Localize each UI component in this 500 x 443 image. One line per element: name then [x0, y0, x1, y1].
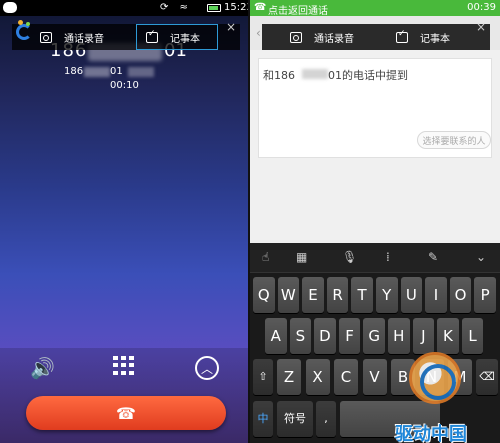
- sub-number-prefix: 186: [64, 66, 84, 77]
- record-call-button[interactable]: 通话录音: [40, 24, 120, 50]
- keypad-icon[interactable]: [113, 356, 135, 376]
- record-call-button[interactable]: 通话录音: [290, 24, 370, 50]
- back-icon[interactable]: ‹: [256, 26, 261, 40]
- key-c[interactable]: C: [334, 359, 358, 395]
- site-watermark: 驱动中国: [395, 352, 500, 443]
- call-screen: ⟳ ≈ 15:23 186 01 186 01 00:10 通话录音 记事本 ×…: [0, 0, 248, 443]
- key-r[interactable]: R: [326, 277, 349, 313]
- key-z[interactable]: Z: [277, 359, 301, 395]
- speaker-icon[interactable]: 🔊: [30, 356, 55, 380]
- return-to-call-label: 点击返回通话: [268, 6, 328, 17]
- key-s[interactable]: S: [289, 318, 312, 354]
- note-editor[interactable]: 和186 01的电话中提到 选择要联系的人: [258, 58, 492, 158]
- symbol-key[interactable]: 符号: [277, 401, 313, 437]
- battery-icon: [207, 4, 221, 12]
- notepad-label: 记事本: [420, 33, 450, 45]
- notepad-icon: [146, 29, 158, 43]
- note-text-suffix: 01的电话中提到: [328, 69, 408, 82]
- key-i[interactable]: I: [425, 277, 447, 313]
- key-l[interactable]: L: [461, 318, 484, 354]
- key-g[interactable]: G: [363, 318, 385, 354]
- close-icon[interactable]: ×: [226, 20, 236, 34]
- key-x[interactable]: X: [305, 359, 330, 395]
- app-logo-icon: [14, 20, 36, 42]
- notepad-icon: [396, 29, 408, 43]
- gesture-icon[interactable]: ☝: [262, 250, 269, 264]
- watermark-text: 驱动中国: [395, 424, 467, 443]
- key-p[interactable]: P: [474, 277, 496, 313]
- handwriting-icon[interactable]: ✎: [428, 250, 438, 264]
- note-number-redaction: [302, 69, 328, 79]
- record-label: 通话录音: [64, 33, 104, 45]
- return-to-call-bar[interactable]: ☎ 点击返回通话 00:39: [250, 0, 500, 17]
- keyboard-toolbar: ☝ ▦ 🎙 ⁞ ✎ ⌄: [250, 243, 500, 273]
- sub-number-suffix: 01: [110, 66, 123, 77]
- record-icon: [40, 31, 52, 43]
- note-text-prefix: 和186: [263, 69, 295, 82]
- expand-up-icon[interactable]: ︿: [195, 356, 219, 380]
- status-icons: ⟳ ≈: [160, 2, 192, 13]
- status-time: 15:23: [224, 2, 248, 13]
- close-icon[interactable]: ×: [476, 20, 486, 34]
- key-o[interactable]: O: [449, 277, 472, 313]
- collapse-keyboard-icon[interactable]: ⌄: [476, 250, 486, 264]
- notepad-button[interactable]: 记事本: [136, 24, 218, 50]
- notepad-label: 记事本: [170, 33, 200, 45]
- key-v[interactable]: V: [362, 359, 387, 395]
- key-y[interactable]: Y: [376, 277, 398, 313]
- sub-number-redaction: [84, 67, 110, 77]
- watermark-logo-icon: [409, 352, 461, 404]
- chat-notification-icon: [3, 2, 17, 13]
- status-bar: ⟳ ≈ 15:23: [0, 0, 248, 16]
- call-toolbar-overlay: 通话录音 记事本 ×: [262, 20, 490, 50]
- notepad-button[interactable]: 记事本: [396, 24, 478, 50]
- select-contact-button[interactable]: 选择要联系的人: [417, 131, 491, 149]
- comma-key[interactable]: ,: [316, 401, 336, 437]
- call-timer: 00:39: [467, 2, 496, 13]
- cursor-icon[interactable]: ⁞: [386, 250, 390, 264]
- key-a[interactable]: A: [265, 318, 287, 354]
- microphone-icon[interactable]: 🎙: [342, 250, 357, 264]
- key-e[interactable]: E: [302, 277, 324, 313]
- key-f[interactable]: F: [338, 318, 361, 354]
- call-toolbar: 通话录音 记事本 ×: [12, 20, 240, 50]
- call-duration: 00:10: [110, 80, 139, 91]
- record-icon: [290, 31, 302, 43]
- key-k[interactable]: K: [437, 318, 459, 354]
- key-h[interactable]: H: [388, 318, 410, 354]
- layout-icon[interactable]: ▦: [296, 250, 307, 264]
- hang-up-icon: ☎: [116, 403, 136, 423]
- end-call-button[interactable]: ☎: [26, 396, 226, 430]
- phone-icon: ☎: [254, 2, 267, 13]
- key-w[interactable]: W: [277, 277, 300, 313]
- location-redaction: [128, 67, 154, 77]
- key-j[interactable]: J: [412, 318, 435, 354]
- shift-key[interactable]: ⇧: [253, 359, 273, 395]
- key-t[interactable]: T: [351, 277, 373, 313]
- key-d[interactable]: D: [314, 318, 336, 354]
- record-label: 通话录音: [314, 33, 354, 45]
- key-q[interactable]: Q: [253, 277, 275, 313]
- key-u[interactable]: U: [400, 277, 423, 313]
- language-key[interactable]: 中: [253, 401, 273, 437]
